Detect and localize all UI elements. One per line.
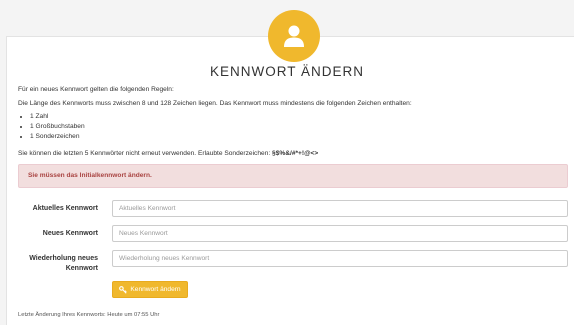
key-icon (119, 285, 128, 294)
last-change-info: Letzte Änderung Ihres Kennworts: Heute u… (18, 312, 160, 318)
current-password-input[interactable] (112, 200, 568, 217)
user-avatar (268, 10, 320, 62)
special-chars: §$%&/#*+!@<> (272, 150, 319, 157)
page-title: KENNWORT ÄNDERN (209, 64, 364, 79)
rules-length: Die Länge des Kennworts muss zwischen 8 … (18, 100, 412, 107)
alert-text: Sie müssen das Initialkennwort ändern. (28, 172, 152, 179)
repeat-password-label: Wiederholung neues Kennwort (29, 255, 98, 272)
rules-history: Sie können die letzten 5 Kennwörter nich… (18, 150, 318, 157)
new-password-input[interactable] (112, 225, 568, 242)
rules-list: 1 Zahl 1 Großbuchstaben 1 Sonderzeichen (30, 112, 85, 142)
user-icon (284, 25, 304, 47)
change-password-label: Kennwort ändern (130, 286, 181, 293)
change-password-button[interactable]: Kennwort ändern (112, 281, 188, 298)
current-password-label: Aktuelles Kennwort (32, 205, 98, 212)
rule-item-uppercase: 1 Großbuchstaben (30, 122, 85, 132)
rules-intro: Für ein neues Kennwort gelten die folgen… (18, 86, 174, 93)
rule-item-number: 1 Zahl (30, 112, 85, 122)
rule-item-special: 1 Sonderzeichen (30, 132, 85, 142)
repeat-password-input[interactable] (112, 250, 568, 267)
rules-history-text: Sie können die letzten 5 Kennwörter nich… (18, 150, 273, 157)
new-password-label: Neues Kennwort (42, 230, 98, 237)
initial-password-alert: Sie müssen das Initialkennwort ändern. (18, 164, 568, 188)
